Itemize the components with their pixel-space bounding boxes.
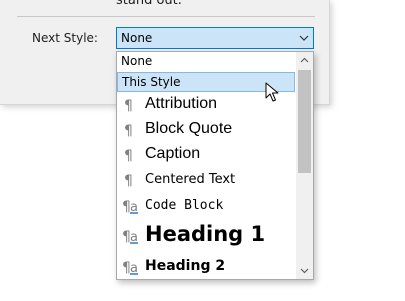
svg-text:¶: ¶ — [124, 123, 133, 138]
svg-text:a: a — [130, 261, 138, 275]
next-style-label: Next Style: — [32, 31, 98, 45]
list-item-block-quote[interactable]: ¶ Block Quote — [117, 118, 295, 142]
list-item-heading-1[interactable]: ¶ a Heading 1 — [117, 219, 295, 251]
next-style-dropdown-list[interactable]: None This Style ¶ Attribution ¶ Block Qu… — [116, 51, 314, 280]
dropdown-scrollbar[interactable] — [296, 52, 313, 279]
list-item-centered-text[interactable]: ¶ Centered Text — [117, 168, 295, 192]
item-label: Centered Text — [145, 172, 236, 187]
list-item-caption[interactable]: ¶ Caption — [117, 143, 295, 167]
svg-text:a: a — [130, 200, 138, 214]
scroll-up-icon[interactable] — [296, 52, 313, 69]
linked-style-icon: ¶ a — [122, 199, 138, 214]
scrollbar-thumb[interactable] — [298, 70, 311, 173]
next-style-combobox[interactable]: None — [116, 27, 314, 49]
next-style-value: None — [121, 31, 153, 45]
svg-text:¶: ¶ — [124, 148, 133, 163]
style-description-text: stand out. — [116, 0, 182, 8]
svg-text:¶: ¶ — [124, 173, 133, 188]
scroll-down-icon[interactable] — [296, 262, 313, 279]
chevron-down-icon[interactable] — [298, 32, 310, 44]
item-label: This Style — [122, 75, 181, 89]
svg-text:¶: ¶ — [124, 98, 133, 113]
paragraph-style-icon: ¶ — [124, 173, 133, 188]
item-label: Block Quote — [145, 120, 233, 137]
paragraph-style-icon: ¶ — [124, 98, 133, 113]
item-label: Heading 1 — [145, 222, 266, 246]
item-label: Caption — [145, 145, 201, 162]
item-label: Heading 2 — [145, 258, 226, 274]
divider — [17, 16, 315, 17]
item-label: Attribution — [145, 95, 218, 112]
linked-style-icon: ¶ a — [122, 229, 138, 244]
list-item-code-block[interactable]: ¶ a Code Block — [117, 193, 295, 218]
list-item-heading-2[interactable]: ¶ a Heading 2 — [117, 252, 295, 279]
mouse-pointer-icon — [265, 82, 279, 102]
paragraph-style-icon: ¶ — [124, 123, 133, 138]
item-label: None — [121, 54, 153, 68]
item-label: Code Block — [145, 198, 224, 213]
paragraph-style-icon: ¶ — [124, 148, 133, 163]
list-item-none[interactable]: None — [117, 52, 295, 71]
linked-style-icon: ¶ a — [122, 260, 138, 275]
svg-text:a: a — [130, 230, 138, 244]
